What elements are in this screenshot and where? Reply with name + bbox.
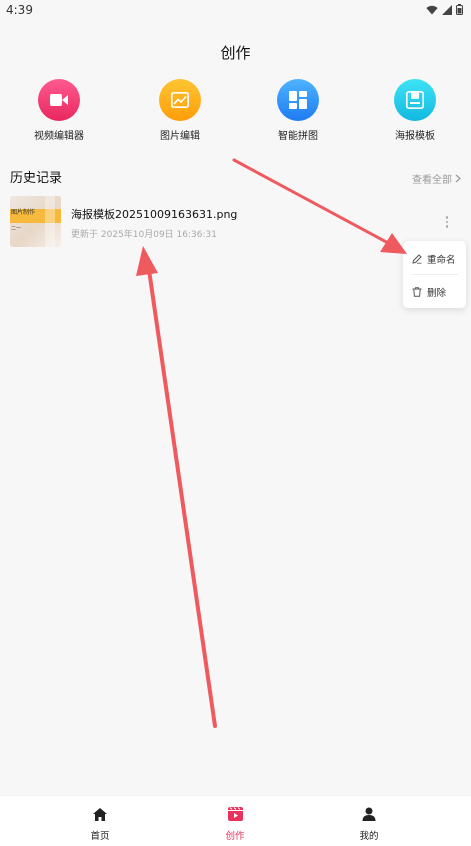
battery-icon bbox=[456, 4, 463, 15]
thumbnail-stripe bbox=[45, 196, 55, 247]
pencil-icon bbox=[412, 254, 422, 264]
chevron-right-icon bbox=[455, 174, 461, 183]
context-menu: 重命名 删除 bbox=[403, 241, 466, 308]
rename-menu-item[interactable]: 重命名 bbox=[412, 252, 456, 266]
history-thumbnail: 图片制作 二一 bbox=[10, 196, 61, 247]
more-dot bbox=[445, 220, 449, 224]
film-icon bbox=[227, 807, 243, 821]
poster-template-button[interactable]: 海报模板 bbox=[370, 79, 460, 142]
tool-label: 视频编辑器 bbox=[34, 131, 84, 142]
view-all-label: 查看全部 bbox=[412, 175, 452, 186]
signal-icon bbox=[442, 4, 452, 15]
tool-label: 智能拼图 bbox=[278, 131, 318, 142]
history-title: 历史记录 bbox=[10, 171, 63, 186]
page-title: 创作 bbox=[220, 44, 251, 62]
rename-label: 重命名 bbox=[427, 255, 456, 266]
collage-grid-icon bbox=[277, 79, 319, 121]
tool-label: 图片编辑 bbox=[160, 131, 200, 142]
image-icon bbox=[159, 79, 201, 121]
history-item[interactable]: 图片制作 二一 海报模板20251009163631.png 更新于 2025年… bbox=[10, 196, 450, 248]
thumbnail-subtext: 二一 bbox=[11, 226, 22, 232]
nav-home[interactable]: 首页 bbox=[70, 806, 130, 842]
delete-menu-item[interactable]: 删除 bbox=[412, 285, 446, 299]
thumbnail-text: 图片制作 bbox=[11, 209, 36, 216]
tool-label: 海报模板 bbox=[395, 131, 435, 142]
more-options-button[interactable] bbox=[440, 212, 454, 232]
nav-create[interactable]: 创作 bbox=[205, 806, 265, 842]
nav-profile[interactable]: 我的 bbox=[339, 806, 399, 842]
history-item-date: 更新于 2025年10月09日 16:36:31 bbox=[71, 230, 217, 240]
image-edit-button[interactable]: 图片编辑 bbox=[135, 79, 225, 142]
view-all-link[interactable]: 查看全部 bbox=[412, 171, 461, 186]
home-icon bbox=[93, 808, 107, 821]
poster-save-icon bbox=[394, 79, 436, 121]
delete-label: 删除 bbox=[427, 288, 447, 299]
status-icons bbox=[426, 4, 463, 15]
smart-collage-button[interactable]: 智能拼图 bbox=[253, 79, 343, 142]
nav-profile-label: 我的 bbox=[359, 831, 379, 842]
status-bar: 4:39 bbox=[0, 0, 471, 22]
menu-divider bbox=[411, 274, 458, 275]
video-camera-icon bbox=[38, 79, 80, 121]
history-item-name: 海报模板20251009163631.png bbox=[71, 208, 238, 221]
nav-home-label: 首页 bbox=[90, 831, 110, 842]
nav-create-label: 创作 bbox=[225, 831, 245, 842]
trash-icon bbox=[412, 287, 422, 297]
status-time: 4:39 bbox=[6, 3, 33, 17]
annotation-arrow-to-item bbox=[136, 246, 217, 728]
bottom-nav: 首页 创作 我的 bbox=[0, 795, 471, 846]
more-dot bbox=[445, 216, 449, 219]
video-editor-button[interactable]: 视频编辑器 bbox=[14, 79, 104, 142]
wifi-icon bbox=[426, 5, 438, 14]
user-icon bbox=[362, 807, 376, 821]
more-dot bbox=[445, 225, 449, 228]
